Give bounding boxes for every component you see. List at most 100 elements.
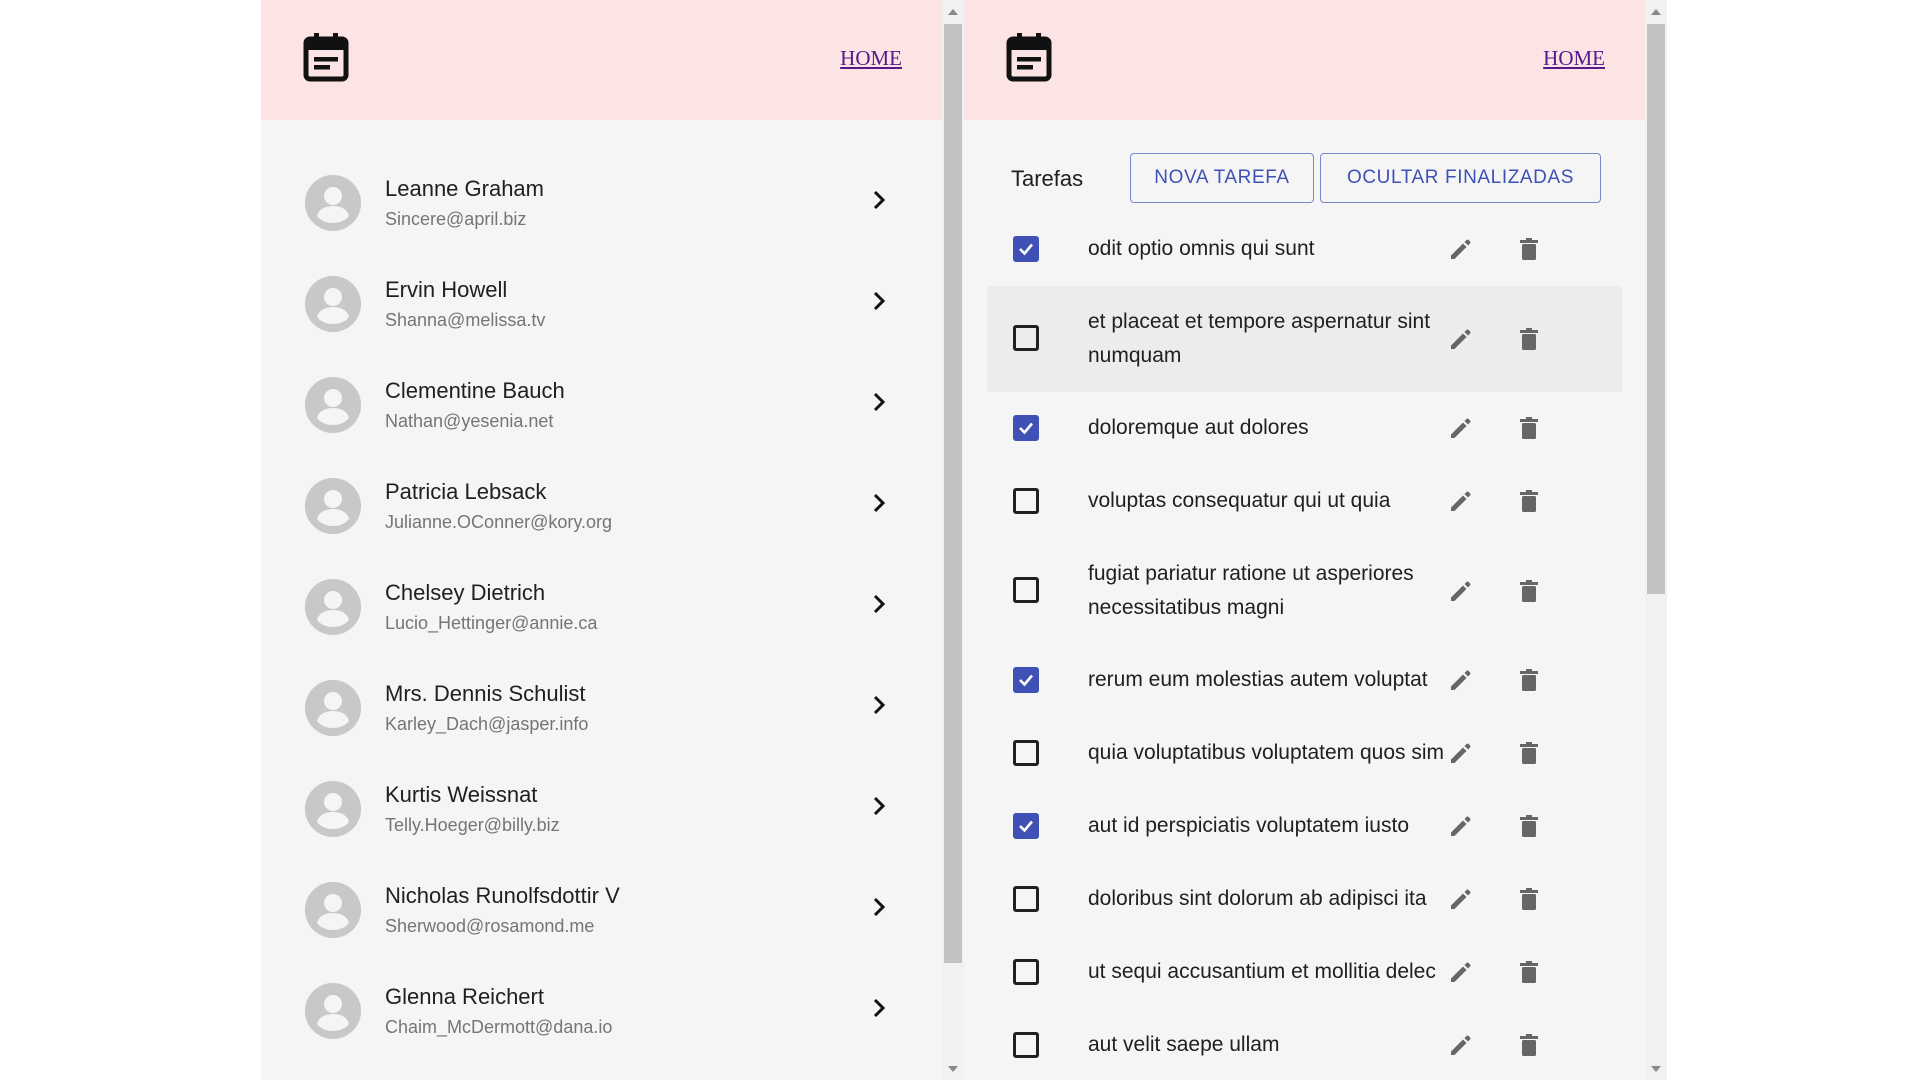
chevron-right-icon[interactable]: [870, 795, 890, 817]
edit-task-button[interactable]: [1445, 1029, 1477, 1061]
hide-completed-button[interactable]: OCULTAR FINALIZADAS: [1320, 153, 1601, 203]
account-circle-icon: [305, 276, 361, 332]
task-list: odit optio omnis qui sunt et placeat et t…: [987, 213, 1622, 1080]
task-checkbox[interactable]: [1013, 415, 1039, 441]
task-checkbox[interactable]: [1013, 577, 1039, 603]
edit-task-button[interactable]: [1445, 956, 1477, 988]
user-list-item[interactable]: Mrs. Dennis Schulist Karley_Dach@jasper.i…: [261, 655, 942, 756]
task-row[interactable]: fugiat pariatur ratione ut asperiores ne…: [987, 538, 1622, 644]
pencil-icon: [1451, 1035, 1471, 1055]
user-email: Sherwood@rosamond.me: [385, 916, 595, 936]
scrollbar-thumb[interactable]: [1647, 24, 1665, 594]
task-checkbox[interactable]: [1013, 959, 1039, 985]
account-circle-icon: [305, 377, 361, 433]
user-list-item[interactable]: Chelsey Dietrich Lucio_Hettinger@annie.ca: [261, 554, 942, 655]
task-row[interactable]: aut velit saepe ullam: [987, 1009, 1622, 1080]
user-name: Ervin Howell: [385, 277, 508, 302]
task-checkbox[interactable]: [1013, 236, 1039, 262]
user-list-item[interactable]: Leanne Graham Sincere@april.biz: [261, 150, 942, 251]
user-email: Karley_Dach@jasper.info: [385, 714, 589, 734]
home-link[interactable]: HOME: [840, 46, 902, 71]
task-title: aut velit saepe ullam: [1088, 1033, 1280, 1056]
task-row[interactable]: aut id perspiciatis voluptatem iusto: [987, 790, 1622, 863]
home-link[interactable]: HOME: [1543, 46, 1605, 71]
task-checkbox[interactable]: [1013, 667, 1039, 693]
task-row[interactable]: doloremque aut dolores: [987, 392, 1622, 465]
edit-task-button[interactable]: [1445, 810, 1477, 842]
task-title: rerum eum molestias autem voluptat: [1088, 668, 1428, 691]
scroll-up-arrow-icon[interactable]: [1651, 9, 1661, 15]
calendar-icon[interactable]: [303, 32, 349, 82]
tasks-toolbar: Tarefas NOVA TAREFA OCULTAR FINALIZADAS: [964, 150, 1645, 206]
scroll-up-arrow-icon[interactable]: [948, 9, 958, 15]
task-checkbox[interactable]: [1013, 886, 1039, 912]
user-email: Chaim_McDermott@dana.io: [385, 1017, 613, 1037]
user-list-item[interactable]: Patricia Lebsack Julianne.OConner@kory.or…: [261, 453, 942, 554]
delete-task-button[interactable]: [1513, 575, 1545, 607]
task-checkbox[interactable]: [1013, 1032, 1039, 1058]
trash-icon: [1520, 238, 1538, 260]
task-title: doloremque aut dolores: [1088, 416, 1309, 439]
trash-icon: [1520, 815, 1538, 837]
edit-task-button[interactable]: [1445, 883, 1477, 915]
delete-task-button[interactable]: [1513, 485, 1545, 517]
task-checkbox[interactable]: [1013, 740, 1039, 766]
edit-task-button[interactable]: [1445, 233, 1477, 265]
new-task-button[interactable]: NOVA TAREFA: [1130, 153, 1314, 203]
check-icon: [1019, 674, 1033, 687]
scroll-down-arrow-icon[interactable]: [948, 1066, 958, 1072]
trash-icon: [1520, 580, 1538, 602]
chevron-right-icon[interactable]: [870, 189, 890, 211]
task-title: voluptas consequatur qui ut quia: [1088, 489, 1391, 512]
edit-task-button[interactable]: [1445, 412, 1477, 444]
check-icon: [1019, 422, 1033, 435]
delete-task-button[interactable]: [1513, 412, 1545, 444]
scrollbar-thumb[interactable]: [944, 24, 962, 963]
delete-task-button[interactable]: [1513, 323, 1545, 355]
user-list-item[interactable]: Ervin Howell Shanna@melissa.tv: [261, 251, 942, 352]
chevron-right-icon[interactable]: [870, 492, 890, 514]
edit-task-button[interactable]: [1445, 664, 1477, 696]
delete-task-button[interactable]: [1513, 810, 1545, 842]
user-name: Kurtis Weissnat: [385, 782, 538, 807]
delete-task-button[interactable]: [1513, 883, 1545, 915]
account-circle-icon: [305, 983, 361, 1039]
edit-task-button[interactable]: [1445, 485, 1477, 517]
user-name: Patricia Lebsack: [385, 479, 547, 504]
user-list-item[interactable]: Nicholas Runolfsdottir V Sherwood@rosamon…: [261, 857, 942, 958]
tasks-scrollbar[interactable]: [1645, 0, 1667, 1080]
task-row[interactable]: ut sequi accusantium et mollitia delec: [987, 936, 1622, 1009]
task-row[interactable]: quia voluptatibus voluptatem quos sim: [987, 717, 1622, 790]
task-checkbox[interactable]: [1013, 813, 1039, 839]
task-row[interactable]: odit optio omnis qui sunt: [987, 213, 1622, 286]
task-row[interactable]: rerum eum molestias autem voluptat: [987, 644, 1622, 717]
pencil-icon: [1451, 889, 1471, 909]
users-scrollbar[interactable]: [942, 0, 964, 1080]
chevron-right-icon[interactable]: [870, 997, 890, 1019]
calendar-icon[interactable]: [1006, 32, 1052, 82]
scroll-down-arrow-icon[interactable]: [1651, 1066, 1661, 1072]
delete-task-button[interactable]: [1513, 664, 1545, 696]
edit-task-button[interactable]: [1445, 737, 1477, 769]
chevron-right-icon[interactable]: [870, 290, 890, 312]
chevron-right-icon[interactable]: [870, 593, 890, 615]
edit-task-button[interactable]: [1445, 323, 1477, 355]
task-row[interactable]: voluptas consequatur qui ut quia: [987, 465, 1622, 538]
user-list-item[interactable]: Kurtis Weissnat Telly.Hoeger@billy.biz: [261, 756, 942, 857]
delete-task-button[interactable]: [1513, 233, 1545, 265]
chevron-right-icon[interactable]: [870, 694, 890, 716]
chevron-right-icon[interactable]: [870, 896, 890, 918]
task-row[interactable]: doloribus sint dolorum ab adipisci ita: [987, 863, 1622, 936]
user-list-item[interactable]: Clementine Bauch Nathan@yesenia.net: [261, 352, 942, 453]
task-checkbox[interactable]: [1013, 488, 1039, 514]
chevron-right-icon[interactable]: [870, 391, 890, 413]
edit-task-button[interactable]: [1445, 575, 1477, 607]
trash-icon: [1520, 328, 1538, 350]
task-row[interactable]: et placeat et tempore aspernatur sint nu…: [987, 286, 1622, 392]
delete-task-button[interactable]: [1513, 956, 1545, 988]
delete-task-button[interactable]: [1513, 737, 1545, 769]
delete-task-button[interactable]: [1513, 1029, 1545, 1061]
task-checkbox[interactable]: [1013, 325, 1039, 351]
user-list-item[interactable]: Glenna Reichert Chaim_McDermott@dana.io: [261, 958, 942, 1059]
tasks-app-header: HOME: [964, 0, 1645, 120]
